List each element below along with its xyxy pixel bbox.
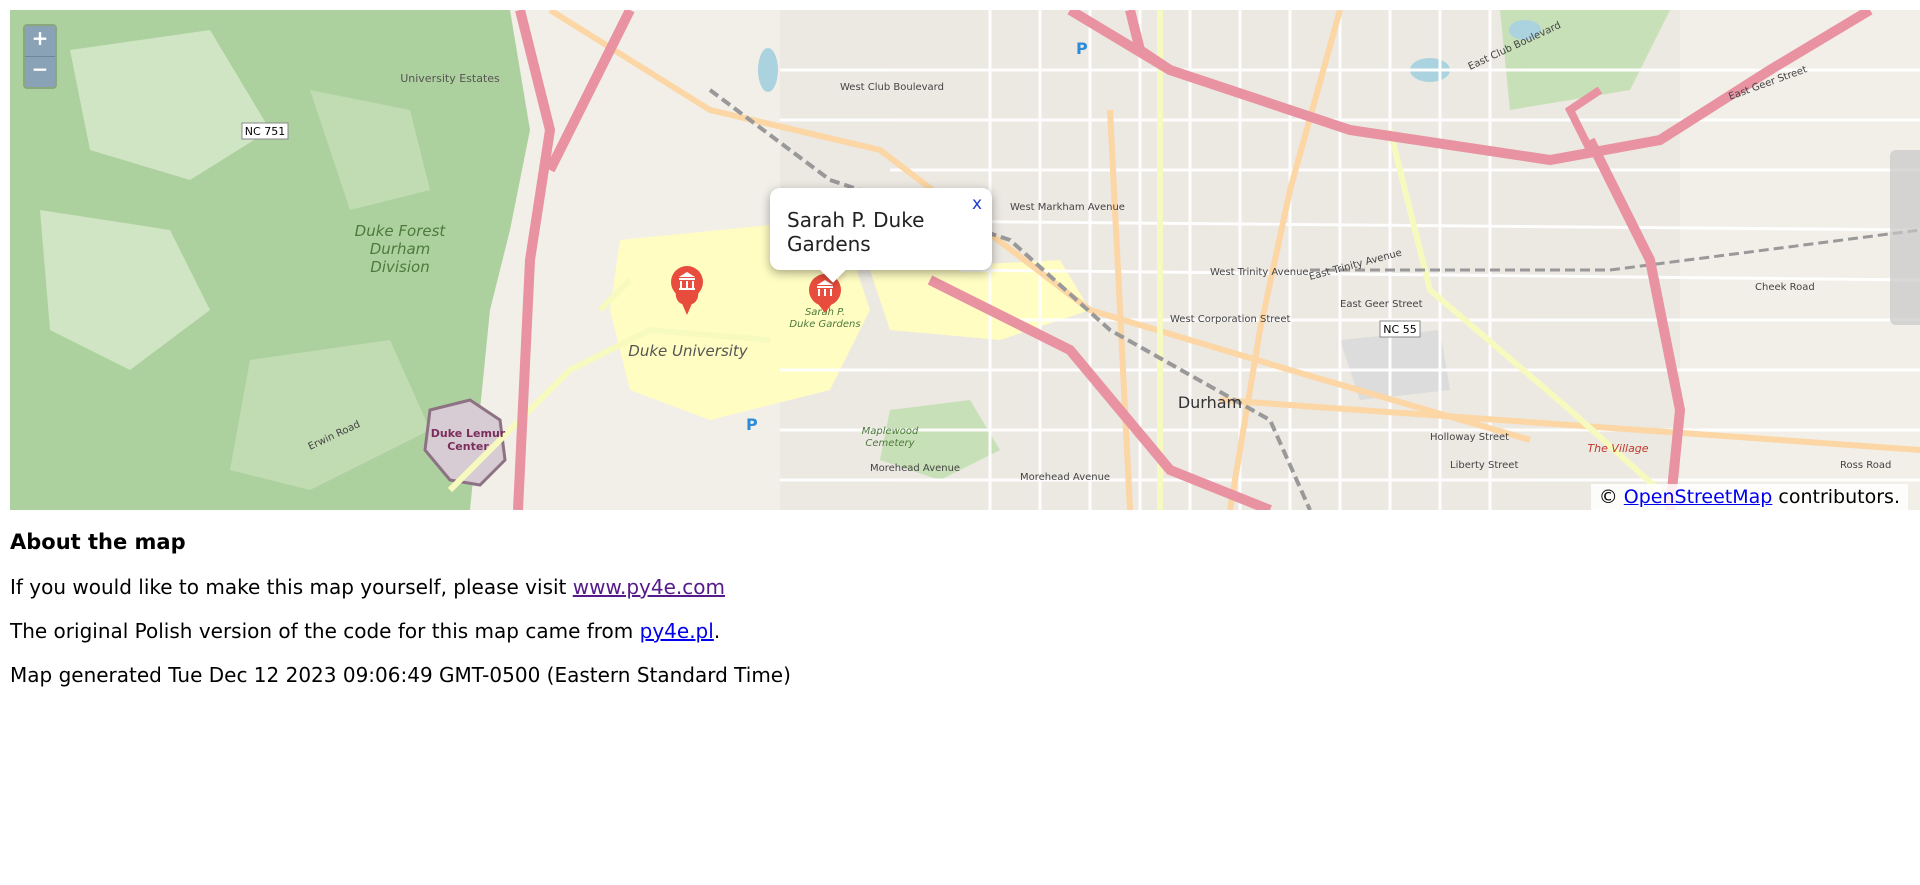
about-heading: About the map [10, 530, 186, 554]
zoom-out-button[interactable]: − [25, 57, 55, 87]
zoom-control: + − [23, 24, 57, 89]
label-west-club: West Club Boulevard [840, 82, 944, 93]
map-container[interactable]: NC 751 NC 55 Duke Forest Durham Division… [10, 10, 1920, 510]
pond [758, 48, 778, 92]
attribution-suffix: contributors. [1778, 486, 1900, 508]
label-lemur-1: Duke Lemur [431, 427, 506, 440]
label-duke-forest: Duke Forest [355, 222, 447, 240]
label-gardens-2: Duke Gardens [789, 319, 860, 330]
label-university-estates: University Estates [400, 72, 500, 85]
parking-icon: P [746, 415, 758, 434]
route-shield-nc55: NC 55 [1379, 320, 1421, 338]
parking-icon: P [1076, 39, 1088, 58]
label-cemetery: Cemetery [865, 438, 915, 449]
label-west-trinity: West Trinity Avenue [1210, 267, 1309, 278]
map-generated-timestamp: Map generated Tue Dec 12 2023 09:06:49 G… [10, 663, 791, 687]
label-the-village: The Village [1587, 442, 1648, 455]
label-lemur-2: Center [447, 440, 489, 453]
label-cheek: Cheek Road [1755, 282, 1815, 293]
label-liberty: Liberty Street [1450, 460, 1518, 471]
attribution-prefix: © [1598, 486, 1618, 508]
label-morehead-2: Morehead Avenue [1020, 472, 1110, 483]
about-line-1-text: If you would like to make this map yours… [10, 575, 567, 599]
label-west-markham: West Markham Avenue [1010, 202, 1125, 213]
label-west-corporation: West Corporation Street [1170, 314, 1290, 325]
label-morehead: Morehead Avenue [870, 463, 960, 474]
popup-content: Sarah P. Duke Gardens [787, 208, 925, 256]
zoom-in-button[interactable]: + [25, 26, 55, 57]
about-section: About the map If you would like to make … [10, 530, 1900, 706]
label-durham: Durham [1178, 393, 1242, 412]
about-line-2-suffix: . [713, 619, 721, 643]
label-division: Division [370, 258, 429, 276]
label-duke-university: Duke University [628, 342, 749, 360]
label-maplewood: Maplewood [862, 426, 919, 437]
label-ross: Ross Road [1840, 460, 1891, 471]
svg-text:NC 55: NC 55 [1383, 323, 1416, 336]
label-durham-forest: Durham [370, 240, 431, 258]
marker-popup: Sarah P. Duke Gardens x [770, 188, 992, 270]
side-widget [1890, 150, 1920, 325]
openstreetmap-link[interactable]: OpenStreetMap [1624, 486, 1773, 508]
route-shield-nc751: NC 751 [241, 122, 289, 140]
label-holloway: Holloway Street [1430, 432, 1509, 443]
about-line-2-text: The original Polish version of the code … [10, 619, 634, 643]
label-east-geer: East Geer Street [1340, 299, 1423, 310]
py4e-pl-link[interactable]: py4e.pl [640, 619, 714, 643]
map-attribution: © OpenStreetMap contributors. [1590, 484, 1908, 510]
svg-text:NC 751: NC 751 [245, 125, 285, 138]
about-line-2: The original Polish version of the code … [10, 618, 1900, 644]
about-line-1: If you would like to make this map yours… [10, 574, 1900, 600]
py4e-com-link[interactable]: www.py4e.com [573, 575, 725, 599]
popup-close-button[interactable]: x [972, 194, 982, 214]
